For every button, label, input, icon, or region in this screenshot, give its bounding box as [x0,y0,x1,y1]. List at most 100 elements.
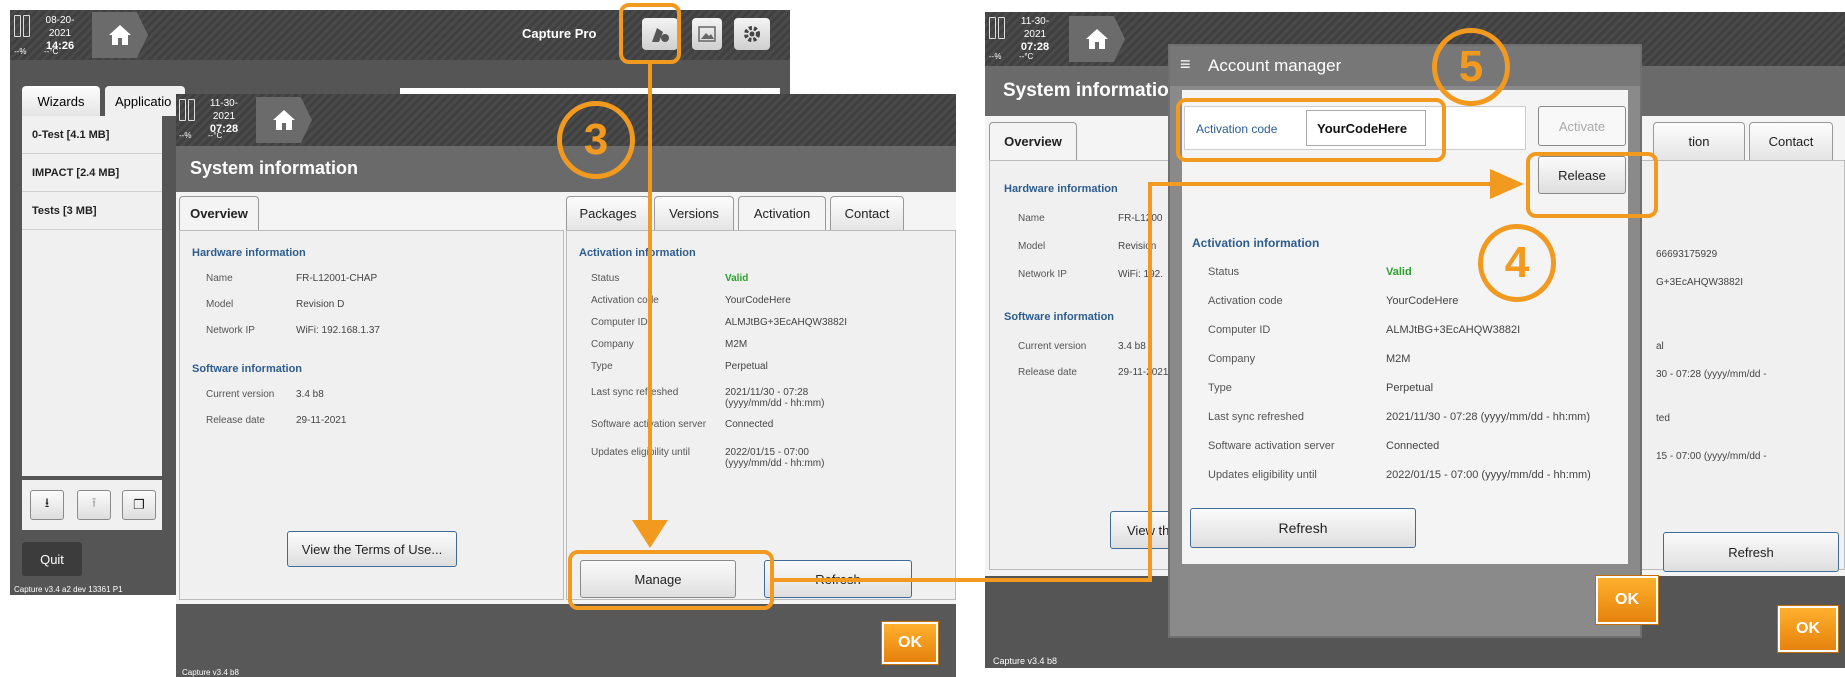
refresh-button[interactable]: Refresh [1190,508,1416,548]
activation-value: 2021/11/30 - 07:28 (yyyy/mm/dd - hh:mm) [725,387,825,409]
activation-value: M2M [1386,353,1411,365]
refresh-label: Refresh [1278,520,1328,536]
activation-label: Software activation server [1208,440,1335,452]
activation-label: Computer ID [591,317,648,328]
tab-packages[interactable]: Packages [566,196,650,230]
menu-icon: ≡ [1180,54,1191,74]
highlight-activation-code [1176,98,1446,162]
upload-button[interactable]: ⭱ [77,490,111,520]
activation-panel: Activation information Status Valid Activa… [566,230,956,600]
activation-value: ALMJtBG+3EcAHQW3882I [1386,324,1521,336]
home-icon [1086,29,1108,49]
sw-value: 29-11-2021 [1118,367,1169,378]
list-item-label: Tests [3 MB] [32,204,97,217]
quit-button[interactable]: Quit [22,542,82,576]
refresh-label: Refresh [1728,544,1774,560]
callout-4-number: 4 [1504,238,1530,287]
callout-4: 4 [1478,224,1556,302]
battery-icon [179,99,195,121]
activation-value: YourCodeHere [725,295,791,306]
activate-label: Activate [1558,118,1606,134]
tab-label: Activation [753,206,811,221]
activation-label: Activation code [591,295,659,306]
home-button[interactable] [92,12,148,58]
list-item[interactable]: IMPACT [2.4 MB] [22,154,162,192]
software-title: Software information [1004,311,1115,323]
hardware-title: Hardware information [192,247,306,259]
tab-label: Packages [579,206,637,221]
activation-value: Connected [1386,440,1440,452]
connector-line [1148,182,1152,582]
activation-value: 2022/01/15 - 07:00 (yyyy/mm/dd - hh:mm) [725,447,825,469]
image-button[interactable] [692,18,722,50]
activation-label: Company [591,339,634,350]
dialog-title: Account manager [1208,56,1342,75]
activation-label: Updates eligibility until [1208,469,1317,481]
home-button[interactable] [256,97,312,143]
terms-label: View the Terms of Use... [301,541,443,557]
status-valid: Valid [725,273,749,284]
battery-icon [989,17,1005,39]
content: Overview Hardware information Name FR-L1… [176,192,956,604]
download-button[interactable]: ⭳ [30,490,64,520]
activate-button[interactable]: Activate [1538,106,1626,146]
toolbar: ⭳ ⭱ ❐ [22,480,162,530]
quit-label: Quit [40,551,64,567]
tab-label: tion [1688,134,1710,149]
ok-button[interactable]: OK [1778,606,1838,652]
image-icon [698,26,716,42]
callout-5: 5 [1432,28,1510,106]
activation-label: Last sync refreshed [591,387,679,398]
bg-value: 30 - 07:28 (yyyy/mm/dd - [1656,369,1767,380]
copy-button[interactable]: ❐ [122,490,156,520]
list-item[interactable]: Tests [3 MB] [22,192,162,230]
tab-overview[interactable]: Overview [179,196,259,230]
version-text: Capture v3.4 b8 [182,668,239,677]
sw-value: 29-11-2021 [296,415,347,426]
sw-value: 3.4 b8 [1118,341,1146,352]
temperature: --°C [208,131,223,140]
hw-value: WiFi: 192.168.1.37 [296,325,380,336]
bg-value: G+3EcAHQW3882I [1656,277,1743,288]
sw-label: Release date [1018,367,1077,378]
tab-activation[interactable]: Activation [738,196,826,230]
download-icon: ⭳ [44,495,50,510]
activation-label: Company [1208,353,1256,365]
ok-button[interactable]: OK [1596,576,1658,624]
tab-activation[interactable]: tion [1653,122,1745,160]
applications-list: 0-Test [4.1 MB] IMPACT [2.4 MB] Tests [3… [22,116,162,476]
activation-label: Status [1208,266,1240,278]
datetime: 11-30-2021 07:28 [1020,16,1050,53]
tab-label: Applicatio [115,93,172,109]
callout-3: 3 [557,101,635,179]
bg-value: ted [1656,413,1670,424]
temperature: --°C [44,47,59,56]
upload-icon: ⭱ [91,495,97,510]
list-item[interactable]: 0-Test [4.1 MB] [22,116,162,154]
list-item-label: IMPACT [2.4 MB] [32,166,120,179]
settings-button[interactable] [734,18,770,50]
refresh-button[interactable]: Refresh [1663,532,1839,572]
activation-value: Connected [725,419,774,430]
tab-contact[interactable]: Contact [1749,122,1833,160]
tab-overview[interactable]: Overview [989,122,1077,160]
hw-value: FR-L1200 [1118,213,1163,224]
left-front-window: 11-30-2021 07:28 --% --°C System informat… [176,94,956,677]
app-title: Capture Pro [522,26,597,41]
tab-wizards[interactable]: Wizards [22,86,100,116]
sw-label: Current version [1018,341,1087,352]
ok-button[interactable]: OK [882,622,938,664]
tab-versions[interactable]: Versions [654,196,734,230]
sw-label: Release date [206,415,265,426]
activation-label: Status [591,273,620,284]
ok-label: OK [898,634,922,651]
hardware-title: Hardware information [1004,183,1118,195]
tab-contact[interactable]: Contact [830,196,904,230]
bg-value: 66693175929 [1656,249,1718,260]
terms-button[interactable]: View the Terms of Use... [287,531,457,567]
tab-applications[interactable]: Applicatio [105,86,185,116]
home-icon [273,110,295,130]
battery-icon [14,15,30,37]
home-button[interactable] [1069,16,1125,62]
connector-line [648,64,652,534]
